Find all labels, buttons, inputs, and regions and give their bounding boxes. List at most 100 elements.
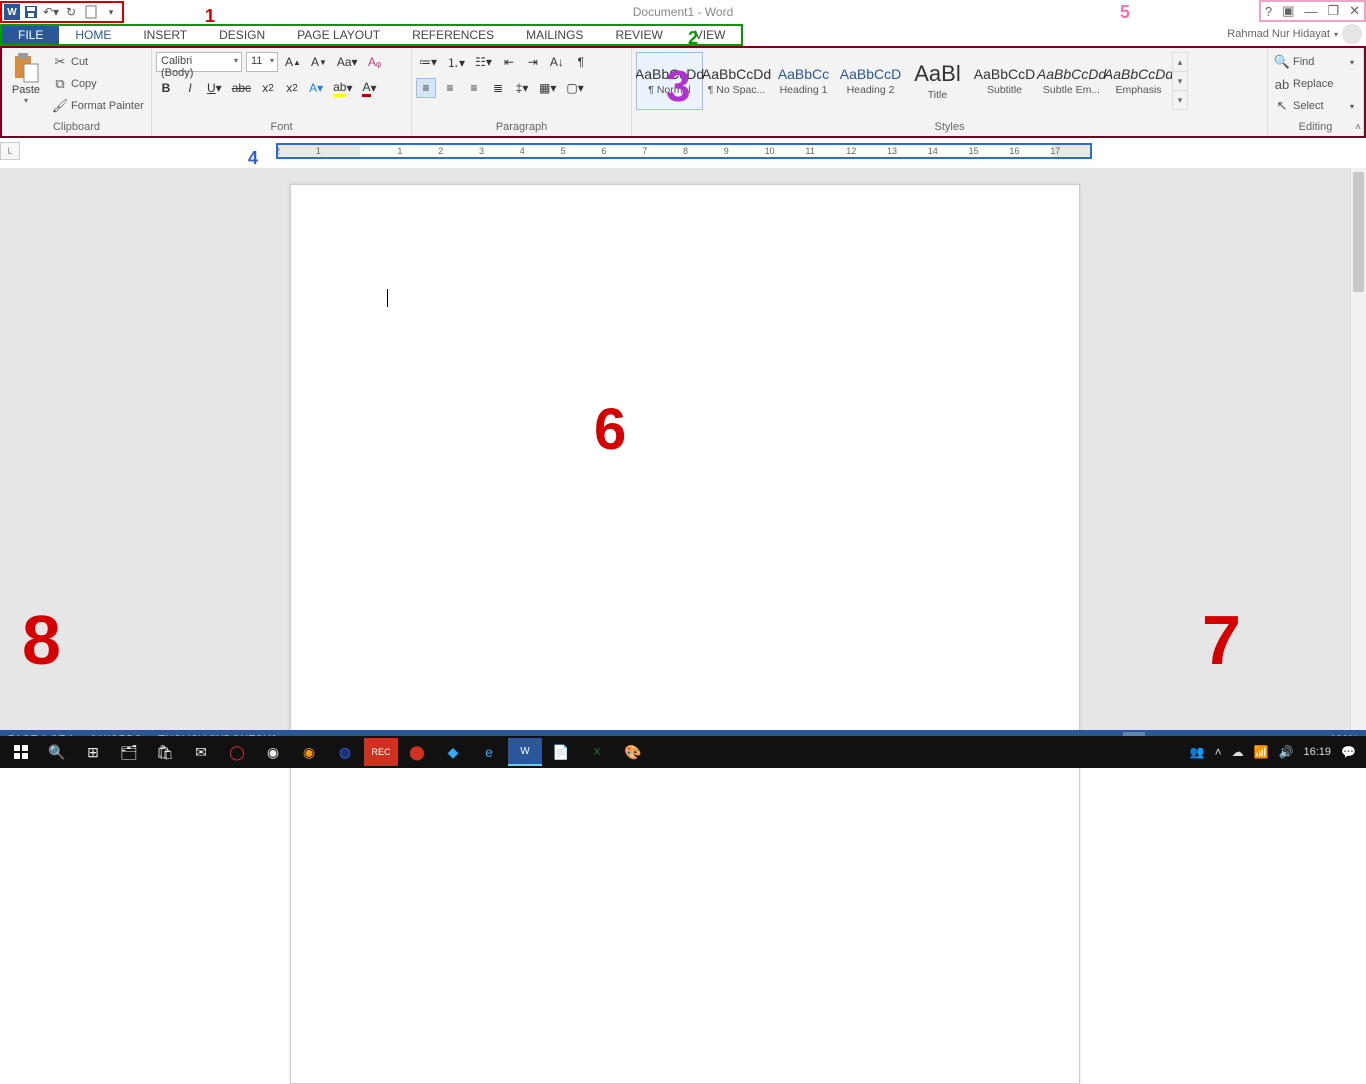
align-left-button[interactable]: ≡ bbox=[416, 78, 436, 98]
tab-file[interactable]: FILE bbox=[2, 26, 59, 44]
minimize-button[interactable]: — bbox=[1304, 4, 1317, 19]
cut-button[interactable]: ✂Cut bbox=[50, 52, 146, 72]
volume-icon[interactable]: 🔊 bbox=[1279, 745, 1294, 759]
record-dot-button[interactable]: ⬤ bbox=[400, 738, 434, 766]
undo-button[interactable]: ↶▾ bbox=[42, 3, 60, 21]
shading-button[interactable]: ▦▾ bbox=[536, 78, 559, 98]
strike-button[interactable]: abc bbox=[229, 78, 254, 98]
font-name-combo[interactable]: Calibri (Body) bbox=[156, 52, 242, 72]
app-button-2[interactable]: ◆ bbox=[436, 738, 470, 766]
style-emphasis[interactable]: AaBbCcDdEmphasis bbox=[1105, 52, 1172, 110]
borders-button[interactable]: ▢▾ bbox=[563, 78, 586, 98]
recorder-button[interactable]: REC bbox=[364, 738, 398, 766]
grow-font-button[interactable]: A▲ bbox=[282, 52, 304, 72]
tab-references[interactable]: REFERENCES bbox=[396, 26, 510, 44]
multilevel-button[interactable]: ☷▾ bbox=[472, 52, 495, 72]
chrome-button[interactable]: ◉ bbox=[256, 738, 290, 766]
text-effects-button[interactable]: A▾ bbox=[306, 78, 326, 98]
align-right-button[interactable]: ≡ bbox=[464, 78, 484, 98]
page[interactable] bbox=[290, 184, 1080, 1084]
tab-insert[interactable]: INSERT bbox=[127, 26, 203, 44]
sort-button[interactable]: A↓ bbox=[547, 52, 567, 72]
numbering-button[interactable]: ⒈▾ bbox=[444, 52, 468, 72]
tray-up-icon[interactable]: ˄ bbox=[1215, 745, 1222, 759]
paste-button[interactable]: Paste ▾ bbox=[6, 52, 46, 105]
change-case-button[interactable]: Aa▾ bbox=[334, 52, 361, 72]
vertical-scrollbar[interactable] bbox=[1350, 168, 1366, 734]
people-icon[interactable]: 👥 bbox=[1190, 745, 1205, 759]
style-heading-1[interactable]: AaBbCcHeading 1 bbox=[770, 52, 837, 110]
superscript-button[interactable]: x2 bbox=[282, 78, 302, 98]
start-button[interactable] bbox=[4, 738, 38, 766]
system-tray: 👥 ˄ ☁ 📶 🔊 16:19 💬 bbox=[1190, 745, 1362, 759]
scrollbar-thumb[interactable] bbox=[1353, 172, 1364, 292]
new-doc-button[interactable] bbox=[82, 3, 100, 21]
style--no-spac-[interactable]: AaBbCcDd¶ No Spac... bbox=[703, 52, 770, 110]
notepad-button[interactable]: 📄 bbox=[544, 738, 578, 766]
styles-up-button[interactable]: ▴ bbox=[1173, 53, 1187, 72]
paint-button[interactable]: 🎨 bbox=[616, 738, 650, 766]
tab-design[interactable]: DESIGN bbox=[203, 26, 281, 44]
windows-icon bbox=[14, 745, 28, 759]
tab-view[interactable]: VIEW bbox=[679, 26, 742, 44]
select-button[interactable]: ↖Select▾ bbox=[1272, 96, 1356, 116]
align-center-button[interactable]: ≡ bbox=[440, 78, 460, 98]
explorer-button[interactable]: 🗂 bbox=[112, 738, 146, 766]
tab-mailings[interactable]: MAILINGS bbox=[510, 26, 599, 44]
wifi-icon[interactable]: 📶 bbox=[1254, 745, 1269, 759]
decrease-indent-button[interactable]: ⇤ bbox=[499, 52, 519, 72]
shrink-font-button[interactable]: A▼ bbox=[308, 52, 330, 72]
notifications-icon[interactable]: 💬 bbox=[1341, 745, 1356, 759]
clock[interactable]: 16:19 bbox=[1304, 746, 1332, 758]
style-subtle-em-[interactable]: AaBbCcDdSubtle Em... bbox=[1038, 52, 1105, 110]
show-marks-button[interactable]: ¶ bbox=[571, 52, 591, 72]
copy-button[interactable]: ⧉Copy bbox=[50, 74, 146, 94]
edge-button[interactable]: e bbox=[472, 738, 506, 766]
restore-button[interactable]: ❐ bbox=[1327, 3, 1339, 19]
collapse-ribbon-button[interactable]: ˄ bbox=[1355, 122, 1361, 133]
font-color-button[interactable]: A▾ bbox=[359, 78, 379, 98]
account-name[interactable]: Rahmad Nur Hidayat▾ bbox=[1227, 24, 1362, 44]
line-spacing-button[interactable]: ‡▾ bbox=[512, 78, 532, 98]
close-button[interactable]: ✕ bbox=[1349, 3, 1360, 19]
style-subtitle[interactable]: AaBbCcDSubtitle bbox=[971, 52, 1038, 110]
qat-customize-button[interactable]: ▾ bbox=[102, 3, 120, 21]
horizontal-ruler[interactable]: 21123456789101112131415161718 bbox=[276, 143, 1092, 159]
opera-button[interactable]: ◯ bbox=[220, 738, 254, 766]
align-justify-button[interactable]: ≣ bbox=[488, 78, 508, 98]
font-size-combo[interactable]: 11 bbox=[246, 52, 278, 72]
word-taskbar-button[interactable]: W bbox=[508, 738, 542, 766]
styles-gallery[interactable]: AaBbCcDd¶ NormalAaBbCcDd¶ No Spac...AaBb… bbox=[636, 52, 1172, 110]
format-painter-button[interactable]: 🖌Format Painter bbox=[50, 96, 146, 116]
store-button[interactable]: 🛍 bbox=[148, 738, 182, 766]
help-button[interactable]: ? bbox=[1265, 4, 1272, 19]
app-button-1[interactable]: ◍ bbox=[328, 738, 362, 766]
redo-button[interactable]: ↻ bbox=[62, 3, 80, 21]
tab-home[interactable]: HOME bbox=[59, 26, 127, 44]
onedrive-icon[interactable]: ☁ bbox=[1232, 745, 1244, 759]
bold-button[interactable]: B bbox=[156, 78, 176, 98]
underline-button[interactable]: U▾ bbox=[204, 78, 225, 98]
tab-review[interactable]: REVIEW bbox=[599, 26, 678, 44]
style-heading-2[interactable]: AaBbCcDHeading 2 bbox=[837, 52, 904, 110]
find-button[interactable]: 🔍Find▾ bbox=[1272, 52, 1356, 72]
highlight-button[interactable]: ab▾ bbox=[330, 78, 355, 98]
ribbon-display-button[interactable]: ▣ bbox=[1282, 3, 1294, 19]
mail-button[interactable]: ✉ bbox=[184, 738, 218, 766]
styles-more-button[interactable]: ▾ bbox=[1173, 91, 1187, 109]
style-title[interactable]: AaBlTitle bbox=[904, 52, 971, 110]
save-button[interactable] bbox=[22, 3, 40, 21]
styles-down-button[interactable]: ▾ bbox=[1173, 72, 1187, 91]
subscript-button[interactable]: x2 bbox=[258, 78, 278, 98]
search-button[interactable]: 🔍 bbox=[40, 738, 74, 766]
taskview-button[interactable]: ⊞ bbox=[76, 738, 110, 766]
bullets-button[interactable]: ≔▾ bbox=[416, 52, 440, 72]
excel-button[interactable]: X bbox=[580, 738, 614, 766]
firefox-button[interactable]: ◉ bbox=[292, 738, 326, 766]
italic-button[interactable]: I bbox=[180, 78, 200, 98]
style--normal[interactable]: AaBbCcDd¶ Normal bbox=[636, 52, 703, 110]
increase-indent-button[interactable]: ⇥ bbox=[523, 52, 543, 72]
tab-page-layout[interactable]: PAGE LAYOUT bbox=[281, 26, 396, 44]
clear-format-button[interactable]: Aᵩ bbox=[365, 52, 385, 72]
replace-button[interactable]: abReplace bbox=[1272, 74, 1356, 94]
